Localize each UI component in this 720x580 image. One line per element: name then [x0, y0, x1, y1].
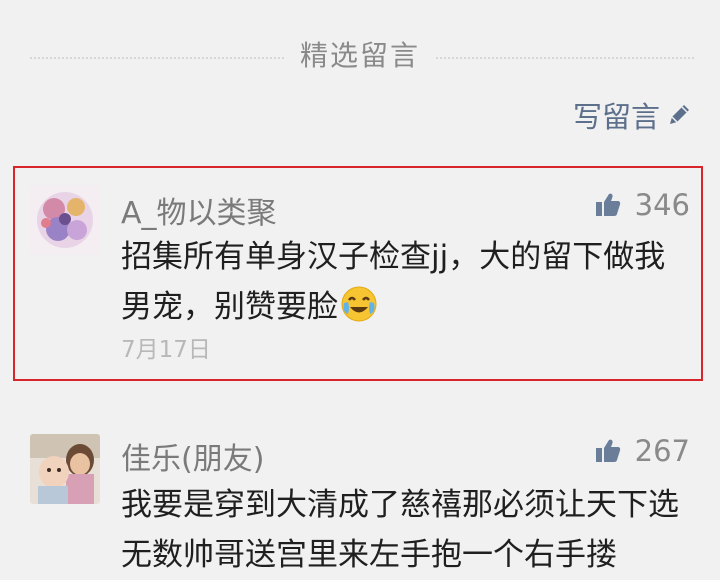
face-with-tears-of-joy-icon: [340, 285, 378, 338]
comment-text: 招集所有单身汉子检查jj，大的留下做我男宠，别赞要脸: [121, 232, 696, 338]
pencil-icon: [670, 105, 689, 124]
divider-right: [436, 57, 694, 59]
avatar[interactable]: [30, 434, 100, 504]
comment-date: 7月17日: [121, 337, 211, 363]
like-count: 346: [634, 188, 690, 222]
like-button[interactable]: 346: [595, 188, 690, 222]
avatar[interactable]: [30, 185, 100, 255]
write-comment-label: 写留言: [572, 100, 660, 134]
nickname: A_物以类聚: [121, 196, 277, 231]
like-button[interactable]: 267: [595, 434, 690, 468]
write-comment-button[interactable]: 写留言: [573, 94, 692, 136]
comment-item: A_物以类聚 346 招集所有单身汉子检查jj，大的留下做我男宠，别赞要脸 7月…: [0, 168, 720, 383]
like-count: 267: [634, 434, 690, 468]
thumbs-up-icon: [595, 193, 620, 216]
divider-left: [30, 57, 284, 59]
nickname: 佳乐(朋友): [121, 442, 265, 477]
comment-text-body: 招集所有单身汉子检查jj，大的留下做我男宠，别赞要脸: [121, 239, 666, 325]
comment-item: 佳乐(朋友) 267 我要是穿到大清成了慈禧那必须让天下选无数帅哥送宫里来左手抱…: [0, 420, 720, 578]
comment-text: 我要是穿到大清成了慈禧那必须让天下选无数帅哥送宫里来左手抱一个右手搂: [121, 487, 679, 573]
thumbs-up-icon: [595, 439, 620, 462]
section-header: 精选留言: [0, 30, 720, 76]
section-title: 精选留言: [299, 39, 420, 72]
